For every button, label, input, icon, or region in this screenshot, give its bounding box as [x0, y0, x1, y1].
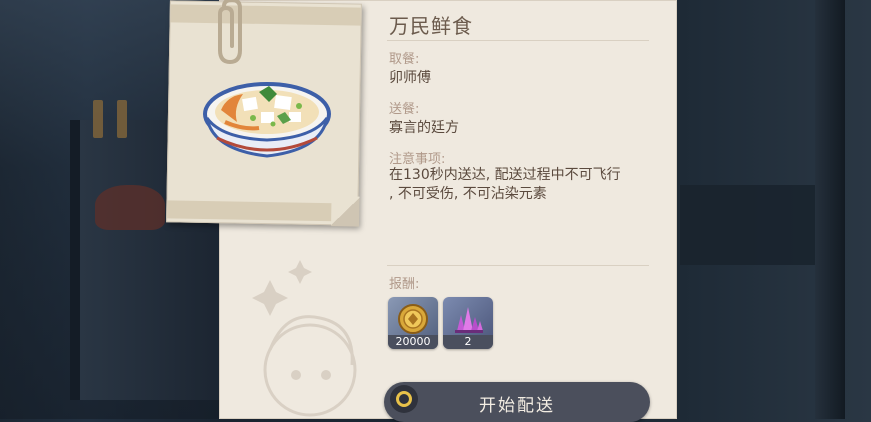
food-dish-icon	[203, 82, 331, 158]
order-title: 万民鲜食	[389, 14, 473, 38]
card-band	[170, 4, 361, 26]
rewards-label: 报酬:	[389, 277, 420, 292]
reward-count: 2	[443, 335, 493, 349]
card-band	[167, 200, 358, 222]
mora-coin-icon	[398, 304, 428, 334]
divider	[387, 40, 649, 41]
delivery-value: 寡言的廷方	[389, 120, 459, 136]
pickup-label: 取餐:	[389, 52, 420, 67]
notes-text: 在130秒内送达, 配送过程中不可飞行 , 不可受伤, 不可沾染元素	[389, 166, 649, 204]
background-object	[95, 185, 165, 230]
start-delivery-label: 开始配送	[479, 396, 555, 416]
reward-count: 20000	[388, 335, 438, 349]
start-delivery-button[interactable]: 开始配送	[384, 382, 650, 422]
background-post	[815, 0, 845, 419]
reward-mora[interactable]: 20000	[388, 297, 438, 349]
card-curl	[331, 196, 360, 227]
delivery-label: 送餐:	[389, 102, 420, 117]
notes-line: , 不可受伤, 不可沾染元素	[389, 186, 547, 202]
background-lamp	[93, 100, 103, 138]
background-right-shelf	[680, 185, 820, 265]
background-lamp	[117, 100, 127, 138]
notes-label: 注意事项:	[389, 152, 446, 167]
character-illustration	[252, 260, 357, 417]
pickup-value: 卯师傅	[389, 70, 431, 86]
divider	[387, 265, 649, 266]
paperclip-icon	[218, 0, 242, 65]
notes-line: 在130秒内送达, 配送过程中不可飞行	[389, 167, 621, 183]
crystal-icon	[455, 307, 483, 333]
reward-crystal[interactable]: 2	[443, 297, 493, 349]
